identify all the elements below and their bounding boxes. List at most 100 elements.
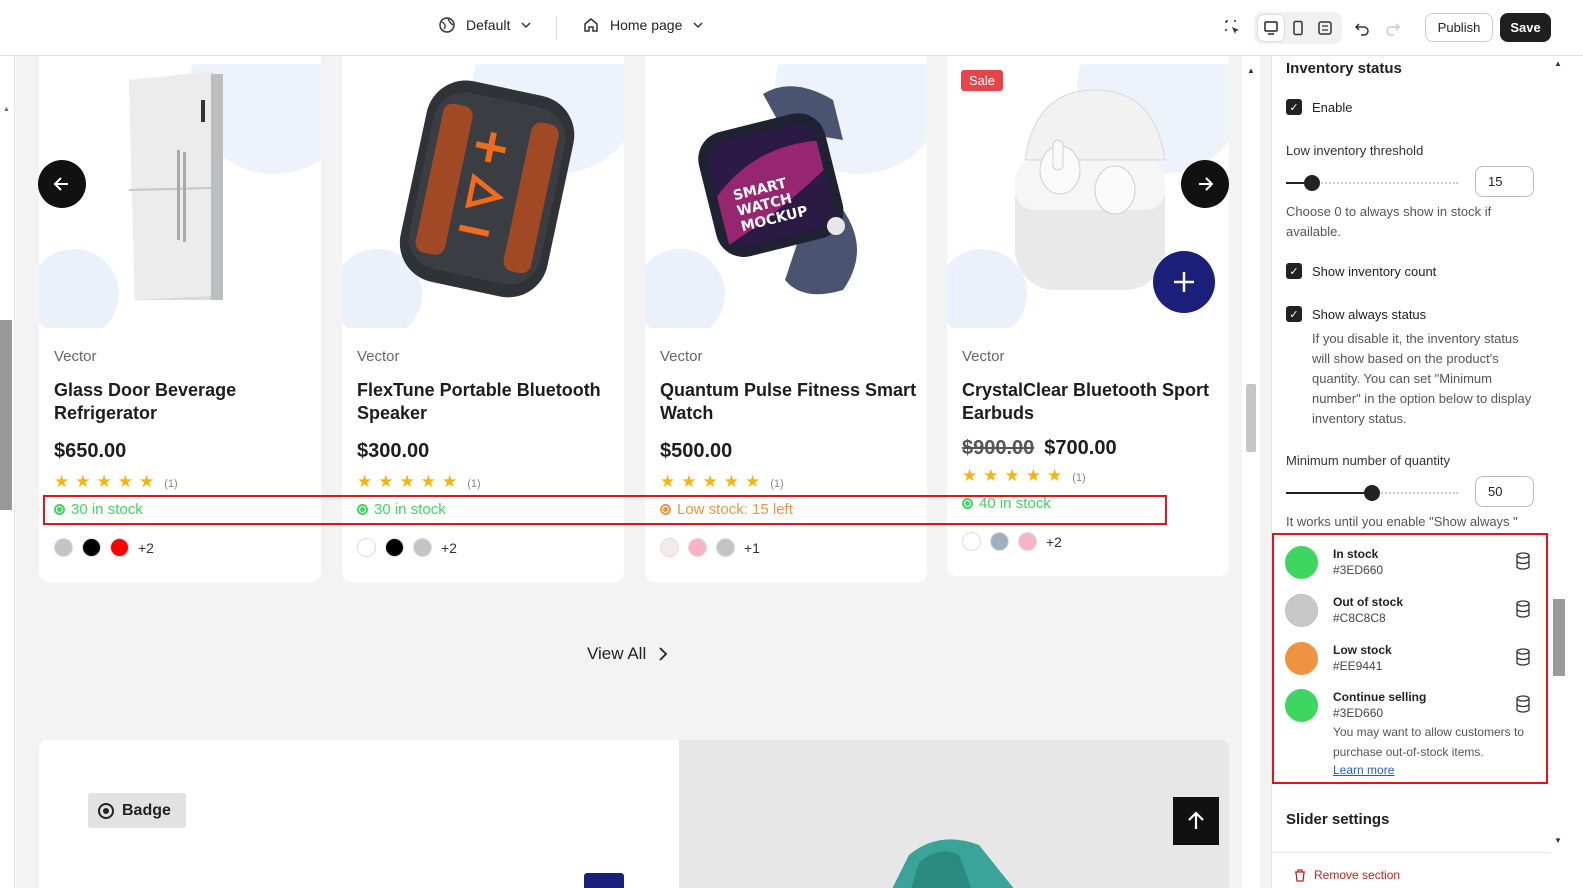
- color-swatch[interactable]: [688, 538, 707, 557]
- threshold-slider[interactable]: [1286, 175, 1458, 191]
- view-all-link[interactable]: View All: [587, 644, 668, 664]
- color-swatches: +2: [357, 538, 457, 557]
- color-swatches: +2: [54, 538, 154, 557]
- inspector-icon[interactable]: [1222, 17, 1244, 39]
- color-swatch[interactable]: [54, 538, 73, 557]
- canvas-scrollbar[interactable]: ▲: [1242, 56, 1260, 888]
- color-setting-low-stock[interactable]: Low stock #EE9441: [1285, 642, 1540, 682]
- decorative-shape: [892, 839, 1014, 888]
- divider: [1271, 852, 1551, 853]
- compare-price: $900.00: [962, 437, 1035, 459]
- scroll-down-icon[interactable]: ▼: [1554, 836, 1562, 845]
- arrow-left-icon: [53, 177, 68, 191]
- product-title[interactable]: Glass Door Beverage Refrigerator: [54, 379, 312, 425]
- panel-scrollbar[interactable]: ▲ ▼: [1551, 56, 1567, 856]
- enable-checkbox[interactable]: ✓ Enable: [1286, 99, 1352, 115]
- section-title: Inventory status: [1286, 60, 1402, 77]
- product-title[interactable]: CrystalClear Bluetooth Sport Earbuds: [962, 379, 1220, 425]
- threshold-input[interactable]: 15: [1475, 166, 1534, 197]
- color-swatch[interactable]: [357, 538, 376, 557]
- color-swatch[interactable]: [413, 538, 432, 557]
- badge-chip[interactable]: Badge: [88, 793, 186, 828]
- color-picker-swatch[interactable]: [1285, 689, 1318, 722]
- color-swatch[interactable]: [716, 538, 735, 557]
- show-count-checkbox[interactable]: ✓ Show inventory count: [1286, 263, 1436, 279]
- desktop-view-icon[interactable]: [1258, 15, 1285, 41]
- database-icon[interactable]: [1515, 695, 1531, 713]
- product-vendor: Vector: [357, 348, 400, 365]
- left-scrollbar[interactable]: ▲: [0, 56, 15, 888]
- undo-icon[interactable]: [1351, 17, 1373, 39]
- color-swatch[interactable]: [660, 538, 679, 557]
- page-selector[interactable]: Home page: [582, 16, 704, 34]
- rating-stars: ★★★★★ (1): [357, 472, 481, 491]
- save-button[interactable]: Save: [1500, 13, 1551, 42]
- show-always-checkbox[interactable]: ✓ Show always status: [1286, 306, 1426, 322]
- color-swatches: +2: [962, 532, 1062, 551]
- minimum-slider[interactable]: [1286, 485, 1458, 501]
- mobile-view-icon[interactable]: [1285, 15, 1311, 41]
- product-image[interactable]: SMART WATCH MOCKUP: [645, 64, 927, 328]
- learn-more-link[interactable]: Learn more: [1333, 763, 1394, 777]
- refrigerator-image: [128, 72, 223, 300]
- home-icon: [584, 18, 598, 32]
- database-icon[interactable]: [1515, 600, 1531, 618]
- color-picker-swatch[interactable]: [1285, 642, 1318, 675]
- checkbox-label: Enable: [1312, 99, 1353, 115]
- product-image[interactable]: [342, 64, 624, 328]
- color-setting-in-stock[interactable]: In stock #3ED660: [1285, 546, 1540, 586]
- scrollbar-thumb[interactable]: [1553, 599, 1565, 676]
- color-swatch[interactable]: [1018, 532, 1037, 551]
- scrollbar-thumb[interactable]: [0, 320, 12, 510]
- chevron-down-icon: [521, 22, 531, 29]
- scroll-up-icon[interactable]: ▲: [1247, 66, 1255, 75]
- minimum-input[interactable]: 50: [1475, 476, 1534, 507]
- scroll-up-icon[interactable]: ▲: [1554, 59, 1562, 68]
- theme-selector[interactable]: Default: [438, 16, 532, 34]
- slider-prev-button[interactable]: [38, 160, 86, 208]
- threshold-help: Choose 0 to always show in stock if avai…: [1286, 204, 1492, 239]
- rating-stars: ★★★★★ (1): [962, 466, 1086, 485]
- checkbox-checked-icon[interactable]: ✓: [1286, 263, 1302, 279]
- promo-image: [679, 740, 1229, 888]
- divider: [556, 16, 557, 40]
- slider-handle[interactable]: [1304, 175, 1320, 191]
- plus-icon: [1174, 272, 1194, 292]
- scroll-up-icon[interactable]: ▲: [3, 106, 10, 113]
- annotation-box: [43, 495, 1167, 525]
- redo-icon[interactable]: [1382, 17, 1404, 39]
- color-swatch[interactable]: [990, 532, 1009, 551]
- checkbox-checked-icon[interactable]: ✓: [1286, 306, 1302, 322]
- color-name: Low stock: [1333, 643, 1392, 657]
- sale-price: $300.00: [357, 440, 430, 462]
- publish-button[interactable]: Publish: [1425, 13, 1493, 42]
- checkbox-label: Show inventory count: [1312, 263, 1437, 279]
- back-to-top-button[interactable]: [1173, 797, 1219, 845]
- rating-stars: ★★★★★ (1): [54, 472, 178, 491]
- database-icon[interactable]: [1515, 552, 1531, 570]
- add-to-cart-button[interactable]: [1153, 251, 1215, 313]
- color-swatch[interactable]: [110, 538, 129, 557]
- color-setting-out-of-stock[interactable]: Out of stock #C8C8C8: [1285, 594, 1540, 634]
- color-picker-swatch[interactable]: [1285, 546, 1318, 579]
- slider-next-button[interactable]: [1181, 160, 1229, 208]
- fullscreen-view-icon[interactable]: [1312, 15, 1338, 41]
- product-title[interactable]: FlexTune Portable Bluetooth Speaker: [357, 379, 615, 425]
- checkbox-checked-icon[interactable]: ✓: [1286, 99, 1302, 115]
- remove-section-button[interactable]: Remove section: [1294, 868, 1400, 882]
- continue-selling-help: You may want to allow customers to purch…: [1333, 725, 1524, 759]
- color-swatch[interactable]: [385, 538, 404, 557]
- sale-badge: Sale: [961, 70, 1004, 91]
- product-vendor: Vector: [54, 348, 97, 365]
- color-swatch[interactable]: [82, 538, 101, 557]
- show-always-help: If you disable it, the inventory status …: [1312, 331, 1532, 426]
- database-icon[interactable]: [1515, 648, 1531, 666]
- product-title[interactable]: Quantum Pulse Fitness Smart Watch: [660, 379, 918, 425]
- color-name: Out of stock: [1333, 595, 1404, 609]
- color-swatch[interactable]: [962, 532, 981, 551]
- scrollbar-thumb[interactable]: [1246, 384, 1256, 452]
- promo-block: [584, 873, 624, 888]
- color-picker-swatch[interactable]: [1285, 594, 1318, 627]
- slider-handle[interactable]: [1364, 485, 1380, 501]
- review-count: (1): [770, 478, 784, 490]
